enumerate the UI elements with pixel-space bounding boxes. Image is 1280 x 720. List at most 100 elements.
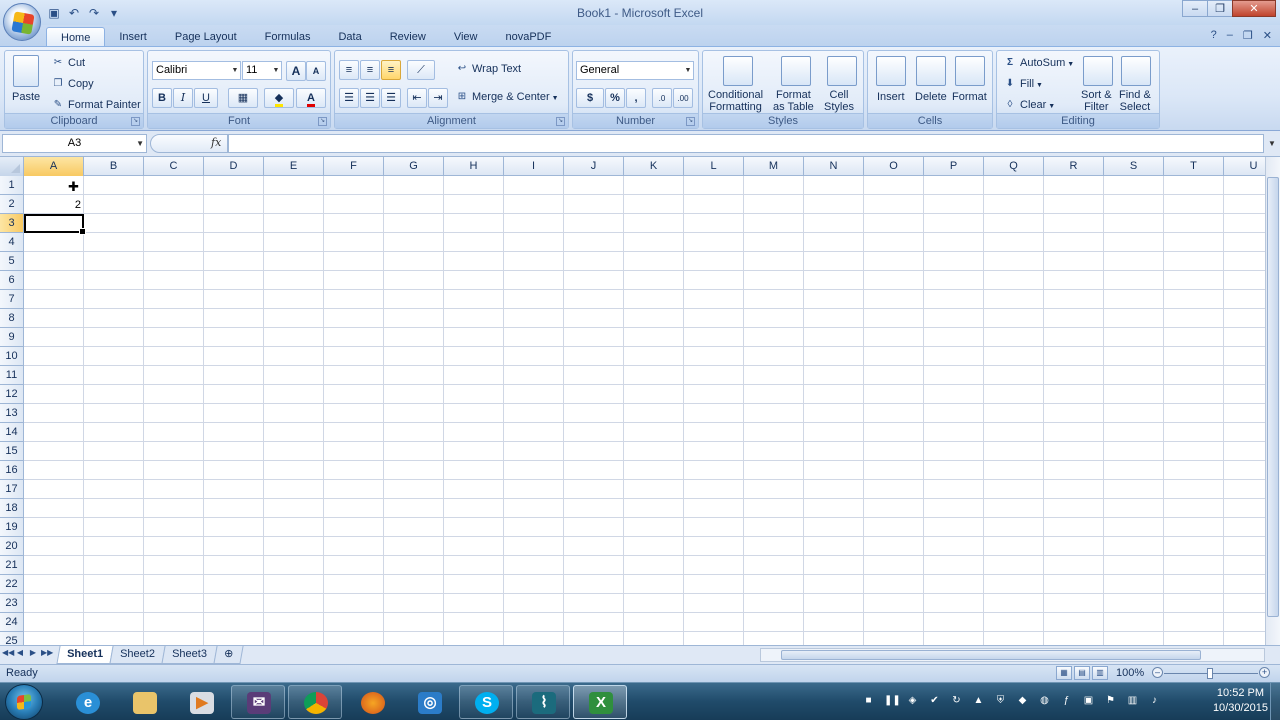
sheet-tab-sheet1[interactable]: Sheet1: [56, 646, 114, 664]
column-header-u[interactable]: U: [1224, 157, 1265, 176]
sheet-tab-sheet2[interactable]: Sheet2: [109, 646, 166, 664]
vertical-scroll-thumb[interactable]: [1267, 177, 1279, 617]
help-icon[interactable]: ?: [1211, 29, 1217, 42]
font-dialog-launcher-icon[interactable]: ↘: [318, 117, 327, 126]
font-name-select[interactable]: Calibri ▼: [152, 61, 241, 80]
column-header-d[interactable]: D: [204, 157, 264, 176]
row-header-12[interactable]: 12: [0, 385, 24, 404]
column-header-j[interactable]: J: [564, 157, 624, 176]
taskbar-chrome[interactable]: [288, 685, 342, 719]
number-dialog-launcher-icon[interactable]: ↘: [686, 117, 695, 126]
wrap-text-button[interactable]: ↩ Wrap Text: [455, 63, 521, 75]
tab-formulas[interactable]: Formulas: [251, 27, 325, 47]
row-header-2[interactable]: 2: [0, 195, 24, 214]
row-header-22[interactable]: 22: [0, 575, 24, 594]
tab-insert[interactable]: Insert: [105, 27, 161, 47]
alignment-dialog-launcher-icon[interactable]: ↘: [556, 117, 565, 126]
normal-view-icon[interactable]: ▦: [1056, 666, 1072, 680]
select-all-button[interactable]: [0, 157, 24, 176]
column-header-a[interactable]: A: [24, 157, 84, 176]
stop-icon[interactable]: ■: [862, 694, 875, 707]
check-icon[interactable]: ✔: [928, 694, 941, 707]
pdf-icon[interactable]: ▲: [972, 694, 985, 707]
row-header-16[interactable]: 16: [0, 461, 24, 480]
taskbar-internet-explorer[interactable]: e: [60, 685, 114, 719]
taskbar-firefox[interactable]: [345, 685, 399, 719]
row-header-7[interactable]: 7: [0, 290, 24, 309]
last-sheet-icon[interactable]: ▶▶: [41, 648, 53, 657]
column-header-o[interactable]: O: [864, 157, 924, 176]
row-header-24[interactable]: 24: [0, 613, 24, 632]
tab-review[interactable]: Review: [376, 27, 440, 47]
paste-button[interactable]: Paste: [12, 91, 40, 103]
row-header-14[interactable]: 14: [0, 423, 24, 442]
office-button[interactable]: [3, 3, 41, 41]
close-workbook-icon[interactable]: ✕: [1263, 29, 1272, 42]
increase-indent-button[interactable]: ⇥: [428, 88, 448, 108]
taskbar-app-9[interactable]: ⌇: [516, 685, 570, 719]
shrink-font-button[interactable]: A: [306, 61, 326, 81]
tab-page-layout[interactable]: Page Layout: [161, 27, 251, 47]
taskbar-excel[interactable]: X: [573, 685, 627, 719]
row-header-8[interactable]: 8: [0, 309, 24, 328]
row-header-21[interactable]: 21: [0, 556, 24, 575]
cell-a2[interactable]: 2: [24, 195, 84, 213]
find-select-button[interactable]: Find & Select: [1119, 89, 1151, 113]
vertical-scrollbar[interactable]: [1265, 157, 1280, 645]
column-header-g[interactable]: G: [384, 157, 444, 176]
align-left-button[interactable]: ☰: [339, 88, 359, 108]
sheet-tab-sheet3[interactable]: Sheet3: [161, 646, 218, 664]
column-header-c[interactable]: C: [144, 157, 204, 176]
column-header-t[interactable]: T: [1164, 157, 1224, 176]
zoom-knob[interactable]: [1207, 668, 1213, 679]
row-header-4[interactable]: 4: [0, 233, 24, 252]
tab-novapdf[interactable]: novaPDF: [491, 27, 565, 47]
row-header-18[interactable]: 18: [0, 499, 24, 518]
show-desktop-button[interactable]: [1270, 683, 1280, 720]
column-header-b[interactable]: B: [84, 157, 144, 176]
column-header-k[interactable]: K: [624, 157, 684, 176]
expand-formula-bar-icon[interactable]: ▼: [1266, 134, 1278, 153]
cell-styles-button[interactable]: Cell Styles: [824, 89, 854, 113]
italic-button[interactable]: I: [173, 88, 193, 108]
tab-home[interactable]: Home: [46, 27, 106, 47]
column-header-e[interactable]: E: [264, 157, 324, 176]
pause-icon[interactable]: ❚❚: [884, 694, 901, 707]
align-bottom-button[interactable]: ≡: [381, 60, 401, 80]
first-sheet-icon[interactable]: ◀◀: [2, 648, 14, 657]
fill-button[interactable]: ⬇ Fill ▼: [1003, 78, 1043, 90]
font-color-button[interactable]: A: [296, 88, 326, 108]
worksheet-grid[interactable]: ABCDEFGHIJKLMNOPQRSTU 1 2 3 4 5 6 7 8 9 10 11 12 13 1…: [0, 157, 1265, 645]
row-header-17[interactable]: 17: [0, 480, 24, 499]
zoom-out-icon[interactable]: –: [1152, 667, 1163, 678]
grow-font-button[interactable]: A: [286, 61, 306, 81]
insert-cells-button[interactable]: Insert: [877, 91, 905, 103]
tab-data[interactable]: Data: [324, 27, 375, 47]
taskbar-file-explorer[interactable]: [117, 685, 171, 719]
decrease-indent-button[interactable]: ⇤: [407, 88, 427, 108]
row-header-9[interactable]: 9: [0, 328, 24, 347]
tray-app-icon[interactable]: ▣: [1082, 694, 1095, 707]
zoom-slider[interactable]: – +: [1152, 667, 1270, 680]
tray-app-icon[interactable]: ◆: [1016, 694, 1029, 707]
sort-filter-button[interactable]: Sort & Filter: [1081, 89, 1112, 113]
taskbar-media-player[interactable]: ▶: [174, 685, 228, 719]
row-header-3[interactable]: 3: [0, 214, 24, 233]
orientation-button[interactable]: ⟋: [407, 60, 435, 80]
zoom-in-icon[interactable]: +: [1259, 667, 1270, 678]
taskbar-skype[interactable]: S: [459, 685, 513, 719]
row-header-5[interactable]: 5: [0, 252, 24, 271]
align-right-button[interactable]: ☰: [381, 88, 401, 108]
delete-cells-button[interactable]: Delete: [915, 91, 947, 103]
tray-app-icon[interactable]: ◍: [1038, 694, 1051, 707]
row-header-25[interactable]: 25: [0, 632, 24, 645]
taskbar-screen-capture[interactable]: ◎: [402, 685, 456, 719]
minimize-workbook-icon[interactable]: –: [1227, 29, 1233, 42]
volume-icon[interactable]: ♪: [1148, 694, 1161, 707]
cut-button[interactable]: ✂ Cut: [51, 57, 85, 69]
decrease-decimal-button[interactable]: .00: [673, 88, 693, 108]
comma-button[interactable]: ,: [626, 88, 646, 108]
start-button[interactable]: [5, 684, 43, 720]
name-box[interactable]: A3 ▼: [2, 134, 147, 153]
tray-app-icon[interactable]: ◈: [906, 694, 919, 707]
